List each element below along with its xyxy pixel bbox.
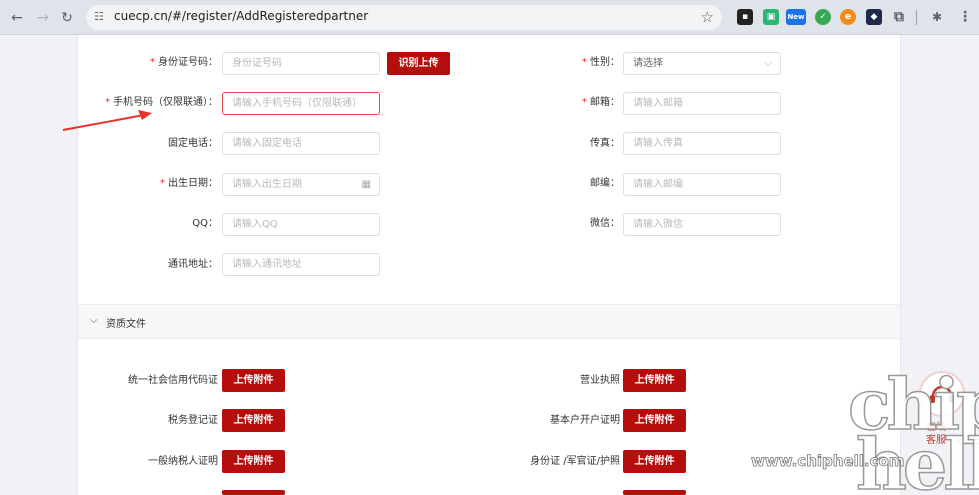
extension-icon[interactable]: ▪ (737, 9, 753, 25)
landline-input[interactable]: 请输入固定电话 (222, 132, 380, 155)
forward-icon[interactable]: → (34, 9, 52, 27)
toolbar-divider (916, 10, 917, 25)
menu-icon[interactable]: ⋮ (957, 9, 973, 25)
watermark-url: www.chiphell.com (751, 452, 905, 471)
extension-icon[interactable]: ▣ (763, 9, 779, 25)
upload-label: 统一社会信用代码证 (128, 375, 218, 386)
email-label: * 邮箱： (582, 97, 620, 108)
postcode-label: 邮编： (590, 178, 620, 189)
registration-card: * 身份证号码： 身份证号码 识别上传 * 性别： 请选择 ⌵ * 手机号码（仅限联通）… (77, 35, 901, 495)
gender-label: * 性别： (582, 57, 620, 68)
chevron-down-icon: ⌵ (764, 58, 772, 69)
profile-icon[interactable]: ✱ (929, 9, 945, 25)
shield-extension-icon[interactable]: ✓ (815, 9, 831, 25)
upload-attachment-button[interactable]: 上传附件 (623, 450, 686, 473)
postcode-input[interactable]: 请输入邮编 (623, 173, 781, 196)
watermark-logo: chip hell (847, 363, 979, 495)
calendar-icon: ▦ (361, 179, 371, 190)
qq-label: QQ： (192, 218, 218, 229)
section-title: 资质文件 (106, 319, 146, 330)
recognize-upload-button[interactable]: 识别上传 (387, 52, 450, 75)
birthdate-label: * 出生日期： (160, 178, 218, 189)
fax-input[interactable]: 请输入传真 (623, 132, 781, 155)
url-text[interactable]: cuecp.cn/#/register/AddRegisteredpartner (114, 9, 368, 23)
id-number-label: * 身份证号码： (150, 57, 218, 68)
upload-label: 营业执照 (580, 375, 620, 386)
browser-toolbar: ← → ↻ ☷ cuecp.cn/#/register/AddRegistere… (0, 0, 979, 35)
page-background: * 身份证号码： 身份证号码 识别上传 * 性别： 请选择 ⌵ * 手机号码（仅限联通）… (0, 35, 979, 495)
upload-attachment-button[interactable]: 上传附件 (623, 369, 686, 392)
email-input[interactable]: 请输入邮箱 (623, 92, 781, 115)
upload-attachment-button[interactable]: 上传附件 (623, 409, 686, 432)
upload-attachment-button[interactable] (623, 490, 686, 495)
upload-label: 一般纳税人证明 (148, 456, 218, 467)
back-icon[interactable]: ← (8, 9, 26, 27)
bookmark-star-icon[interactable]: ☆ (701, 8, 714, 26)
birthdate-input[interactable]: 请输入出生日期 ▦ (222, 173, 380, 196)
annotation-arrow (62, 110, 152, 131)
address-label: 通讯地址： (168, 259, 218, 270)
wechat-label: 微信： (590, 218, 620, 229)
chevron-down-icon: ⌵ (90, 315, 98, 326)
qualifications-section-header[interactable]: ⌵ 资质文件 (78, 304, 900, 339)
extension-new-badge: New (787, 13, 805, 21)
upload-label: 基本户开户证明 (550, 415, 620, 426)
upload-attachment-button[interactable] (222, 490, 285, 495)
extension-icon[interactable]: ◆ (866, 9, 882, 25)
fax-label: 传真： (590, 138, 620, 149)
landline-label: 固定电话： (168, 138, 218, 149)
extension-icon[interactable]: e (840, 9, 856, 25)
wechat-input[interactable]: 请输入微信 (623, 213, 781, 236)
upload-attachment-button[interactable]: 上传附件 (222, 409, 285, 432)
puzzle-icon[interactable]: ⧉ (891, 9, 907, 25)
site-info-icon[interactable]: ☷ (94, 10, 108, 24)
id-number-input[interactable]: 身份证号码 (222, 52, 380, 75)
qq-input[interactable]: 请输入QQ (222, 213, 380, 236)
extension-new-icon[interactable]: New (786, 9, 806, 25)
reload-icon[interactable]: ↻ (58, 9, 76, 27)
gender-select[interactable]: 请选择 ⌵ (623, 52, 781, 75)
upload-attachment-button[interactable]: 上传附件 (222, 369, 285, 392)
upload-label: 身份证 /军官证/护照 (530, 456, 620, 467)
address-input[interactable]: 请输入通讯地址 (222, 253, 380, 276)
upload-label: 税务登记证 (168, 415, 218, 426)
upload-attachment-button[interactable]: 上传附件 (222, 450, 285, 473)
address-bar[interactable]: ☷ cuecp.cn/#/register/AddRegisteredpartn… (86, 5, 722, 30)
mobile-input[interactable]: 请输入手机号码（仅限联通） (222, 92, 380, 115)
